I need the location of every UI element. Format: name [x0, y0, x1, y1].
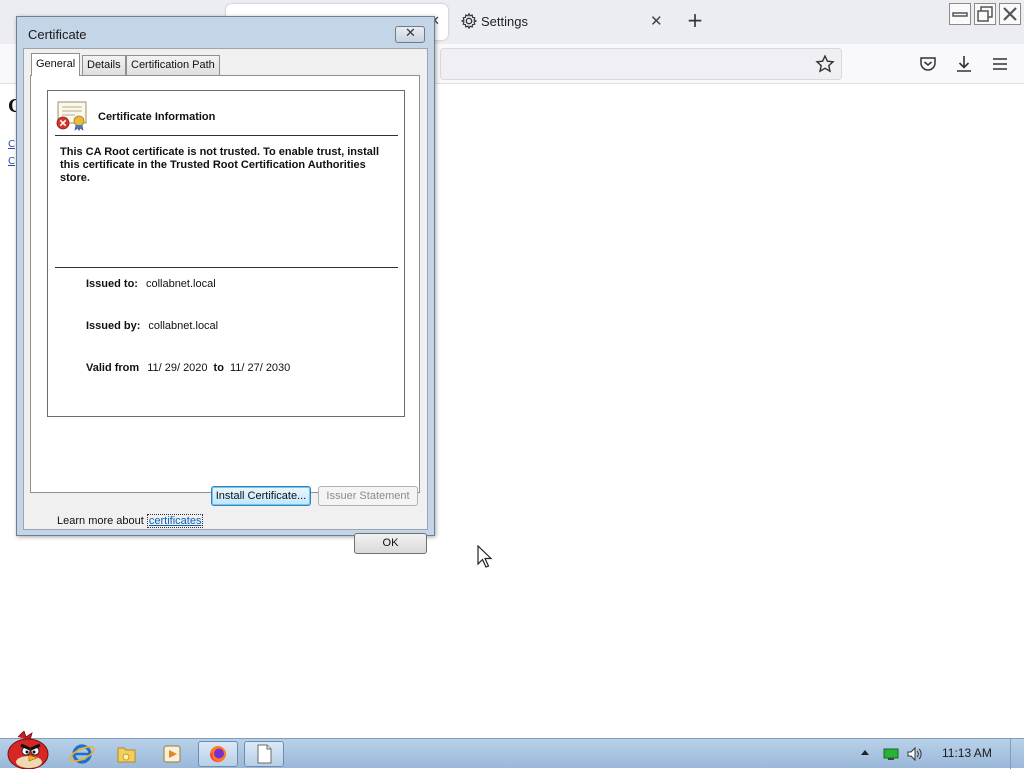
certificate-dialog: Certificate ✕ General Details Certificat… [16, 16, 435, 554]
minimize-icon [952, 12, 968, 17]
tab-settings[interactable]: Settings ✕ [452, 8, 676, 36]
network-icon[interactable] [883, 747, 899, 761]
new-tab-button[interactable]: + [684, 10, 706, 32]
trust-warning: This CA Root certificate is not trusted.… [60, 146, 380, 184]
ok-button[interactable]: OK [354, 533, 427, 554]
dialog-close-button[interactable]: ✕ [395, 26, 425, 43]
firefox-icon [209, 746, 226, 763]
install-certificate-button[interactable]: Install Certificate... [211, 486, 311, 506]
certificate-icon [56, 101, 87, 131]
dialog-body: General Details Certification Path Certi… [23, 48, 428, 554]
valid-from-value: 11/ 29/ 2020 [147, 362, 208, 374]
notepad-icon [257, 744, 272, 764]
ie-icon[interactable] [62, 741, 102, 767]
certificates-link[interactable]: certificates [146, 514, 204, 528]
page-link-fragment[interactable]: C [8, 139, 15, 150]
divider [55, 267, 398, 268]
valid-from-label: Valid from [86, 362, 140, 374]
close-icon[interactable]: ✕ [650, 12, 663, 30]
divider [55, 135, 398, 136]
learn-more-text: Learn more about certificates [57, 514, 204, 528]
tab-certification-path[interactable]: Certification Path [126, 55, 220, 75]
issued-to-label: Issued to: [86, 278, 138, 290]
media-player-icon[interactable] [152, 741, 192, 767]
volume-icon[interactable] [906, 746, 922, 762]
taskbar: 11:13 AM [0, 731, 1024, 769]
restore-icon [977, 6, 993, 22]
info-title: Certificate Information [98, 111, 216, 123]
folder-icon[interactable] [106, 741, 146, 767]
validity-row: Valid from 11/ 29/ 2020 to 11/ 27/ 2030 [86, 362, 290, 374]
valid-to-label: to [213, 362, 224, 374]
close-icon [1003, 7, 1017, 21]
star-icon[interactable] [815, 54, 835, 74]
show-desktop-button[interactable] [1010, 739, 1024, 769]
pocket-icon[interactable] [918, 54, 938, 74]
page-link-fragment[interactable]: C [8, 156, 15, 167]
issued-to-row: Issued to: collabnet.local [86, 278, 216, 290]
tab-details[interactable]: Details [82, 55, 126, 75]
show-hidden-icons-icon[interactable] [860, 748, 870, 756]
issued-to-value: collabnet.local [145, 278, 216, 290]
certificate-info-box: Certificate Information This CA Root cer… [47, 90, 405, 417]
issuer-statement-button: Issuer Statement [318, 486, 418, 506]
restore-button[interactable] [974, 3, 996, 25]
menu-icon[interactable] [990, 54, 1010, 74]
angry-bird-icon[interactable] [2, 731, 52, 769]
issued-by-value: collabnet.local [148, 320, 219, 332]
valid-to-value: 11/ 27/ 2030 [229, 362, 291, 374]
minimize-button[interactable] [949, 3, 971, 25]
tab-general[interactable]: General [31, 53, 81, 76]
dialog-title: Certificate [28, 27, 87, 42]
mouse-cursor-icon [477, 545, 493, 568]
issued-by-label: Issued by: [86, 320, 141, 332]
learn-more-label: Learn more about [57, 515, 144, 527]
url-bar[interactable] [440, 48, 842, 80]
general-tab-panel: Certificate Information This CA Root cer… [30, 75, 420, 528]
plus-icon: + [686, 8, 704, 32]
download-icon[interactable] [954, 54, 974, 74]
tab-settings-label: Settings [481, 14, 528, 29]
firefox-taskbar-button[interactable] [198, 741, 238, 767]
taskbar-clock[interactable]: 11:13 AM [942, 746, 992, 760]
close-icon: ✕ [405, 26, 416, 41]
notepad-taskbar-button[interactable] [244, 741, 284, 767]
close-window-button[interactable] [999, 3, 1021, 25]
issued-by-row: Issued by: collabnet.local [86, 320, 218, 332]
gear-icon [460, 12, 478, 30]
